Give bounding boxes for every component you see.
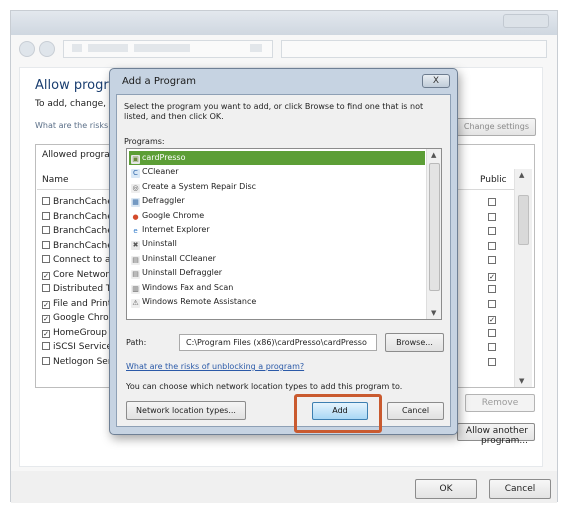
- public-checkbox[interactable]: [488, 285, 496, 293]
- row-checkbox[interactable]: ✓: [42, 271, 50, 280]
- programs-scroll-thumb[interactable]: [429, 163, 440, 291]
- allow-another-program-button[interactable]: Allow another program...: [457, 423, 535, 446]
- address-bar: [19, 39, 549, 59]
- program-item[interactable]: ▥ Windows Fax and Scan: [129, 281, 425, 295]
- program-item[interactable]: ● Google Chrome: [129, 209, 425, 223]
- add-program-dialog: Add a Program X Select the program you w…: [109, 68, 458, 435]
- uninstall-defraggler-icon: ▤: [131, 270, 140, 280]
- window-footer: OK Cancel: [11, 471, 557, 503]
- fax-scan-icon: ▥: [131, 284, 140, 294]
- unblock-risk-link[interactable]: What are the risks of unblocking a progr…: [126, 362, 304, 371]
- program-item[interactable]: ▣ cardPresso: [129, 151, 425, 165]
- public-checkbox[interactable]: [488, 241, 496, 250]
- program-item[interactable]: ▦ Defraggler: [129, 194, 425, 208]
- remove-button[interactable]: Remove: [465, 394, 535, 412]
- program-name: Uninstall: [142, 239, 177, 249]
- ccleaner-icon: C: [131, 169, 140, 179]
- remote-assistance-icon: ⚠: [131, 299, 140, 308]
- cardpresso-icon: ▣: [131, 155, 140, 164]
- change-settings-button[interactable]: Change settings: [454, 118, 536, 136]
- dialog-cancel-button[interactable]: Cancel: [387, 402, 444, 420]
- close-icon[interactable]: X: [422, 74, 450, 88]
- program-name: CCleaner: [142, 167, 179, 177]
- window-controls[interactable]: [503, 14, 549, 28]
- scroll-thumb[interactable]: [518, 195, 529, 245]
- add-button-highlight: [294, 394, 382, 433]
- window-titlebar: [11, 11, 557, 35]
- public-column: ✓ ✓: [488, 195, 500, 369]
- row-label: HomeGroup: [53, 327, 107, 338]
- program-item[interactable]: ⚠ Windows Remote Assistance: [129, 295, 425, 309]
- scroll-up-icon[interactable]: ▲: [431, 151, 436, 159]
- dialog-instruction: Select the program you want to add, or c…: [124, 102, 424, 121]
- row-checkbox[interactable]: [42, 211, 50, 220]
- chrome-icon: ●: [131, 212, 140, 222]
- row-checkbox[interactable]: [42, 356, 50, 365]
- program-item[interactable]: ▤ Uninstall Defraggler: [129, 266, 425, 280]
- defraggler-icon: ▦: [131, 198, 140, 208]
- dialog-title: Add a Program: [122, 76, 197, 87]
- program-name: cardPresso: [142, 153, 186, 162]
- program-name: Create a System Repair Disc: [142, 181, 257, 191]
- row-checkbox[interactable]: [42, 342, 50, 350]
- back-button[interactable]: [19, 41, 35, 57]
- public-checkbox[interactable]: [488, 212, 496, 221]
- program-item[interactable]: ◎ Create a System Repair Disc: [129, 180, 425, 194]
- public-checkbox[interactable]: [488, 343, 496, 351]
- path-field[interactable]: C:\Program Files (x86)\cardPresso\cardPr…: [179, 334, 377, 351]
- programs-label: Programs:: [124, 137, 165, 146]
- list-scrollbar[interactable]: ▲ ▼: [514, 169, 532, 387]
- row-checkbox[interactable]: [42, 226, 50, 234]
- forward-button[interactable]: [39, 41, 55, 57]
- row-checkbox[interactable]: [42, 197, 50, 205]
- network-location-types-button[interactable]: Network location types...: [126, 401, 246, 420]
- column-header-name[interactable]: Name: [42, 175, 69, 185]
- public-checkbox[interactable]: ✓: [488, 272, 496, 281]
- program-name: Internet Explorer: [142, 225, 210, 234]
- program-name: Windows Remote Assistance: [142, 297, 257, 306]
- search-box[interactable]: [281, 40, 547, 58]
- row-checkbox[interactable]: [42, 255, 50, 263]
- program-item[interactable]: ▤ Uninstall CCleaner: [129, 252, 425, 266]
- ie-icon: e: [131, 227, 140, 236]
- dialog-body: Select the program you want to add, or c…: [116, 94, 451, 427]
- address-field[interactable]: [63, 40, 273, 58]
- repair-disc-icon: ◎: [131, 183, 140, 193]
- row-checkbox[interactable]: ✓: [42, 315, 50, 323]
- location-text: You can choose which network location ty…: [126, 382, 403, 391]
- scroll-down-icon[interactable]: ▼: [431, 309, 436, 317]
- programs-list[interactable]: ▲ ▼ ▣ cardPresso C CCleaner ◎ Create a System…: [126, 148, 442, 320]
- public-checkbox[interactable]: [488, 198, 496, 206]
- program-item[interactable]: C CCleaner: [129, 165, 425, 179]
- scroll-up-icon[interactable]: ▲: [519, 171, 524, 179]
- window-scrollbar[interactable]: [543, 67, 553, 467]
- programs-scrollbar[interactable]: ▲ ▼: [426, 149, 441, 319]
- uninstall-ccleaner-icon: ▤: [131, 255, 140, 265]
- program-name: Uninstall Defraggler: [142, 268, 223, 278]
- row-checkbox[interactable]: ✓: [42, 300, 50, 309]
- path-label: Path:: [126, 338, 147, 347]
- row-checkbox[interactable]: [42, 240, 50, 249]
- public-checkbox[interactable]: ✓: [488, 316, 496, 324]
- public-checkbox[interactable]: [488, 328, 496, 337]
- public-checkbox[interactable]: [488, 227, 496, 235]
- browse-button[interactable]: Browse...: [385, 333, 444, 352]
- row-checkbox[interactable]: ✓: [42, 329, 50, 338]
- cancel-button[interactable]: Cancel: [489, 479, 551, 499]
- ok-button[interactable]: OK: [415, 479, 477, 499]
- program-name: Defraggler: [142, 196, 185, 206]
- program-item[interactable]: ✖ Uninstall: [129, 237, 425, 251]
- uninstall-icon: ✖: [131, 241, 140, 251]
- public-checkbox[interactable]: [488, 256, 496, 264]
- program-name: Google Chrome: [142, 210, 205, 220]
- public-checkbox[interactable]: [488, 357, 496, 366]
- program-name: Windows Fax and Scan: [142, 282, 234, 292]
- row-label: iSCSI Service: [53, 342, 112, 352]
- row-checkbox[interactable]: [42, 284, 50, 292]
- public-checkbox[interactable]: [488, 299, 496, 308]
- scroll-down-icon[interactable]: ▼: [519, 377, 524, 385]
- column-header-public[interactable]: Public: [480, 175, 507, 185]
- program-name: Uninstall CCleaner: [142, 253, 216, 263]
- program-item[interactable]: e Internet Explorer: [129, 223, 425, 237]
